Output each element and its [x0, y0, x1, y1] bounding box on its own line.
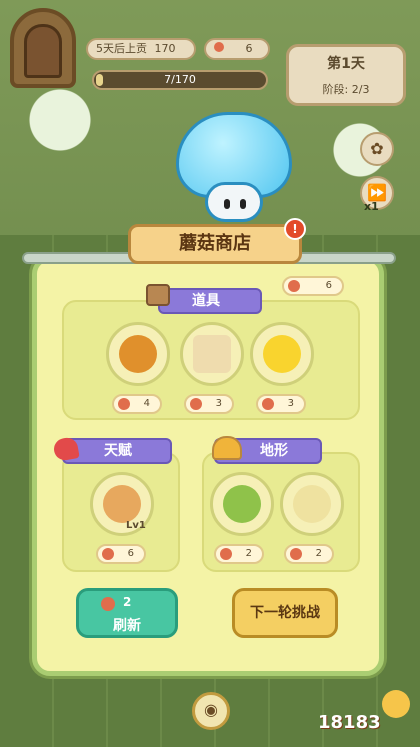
price-tag: 6: [96, 544, 146, 564]
shop-currency: 6: [282, 276, 344, 296]
price-tag: 3: [184, 394, 234, 414]
shop-item-sun[interactable]: [250, 322, 314, 386]
scroll-upgrade-icon: [193, 335, 231, 373]
price-value: 4: [143, 398, 150, 409]
refresh-cost: 2: [123, 595, 132, 609]
mushroom-coin-icon: [102, 548, 114, 560]
shop-item-sand[interactable]: [280, 472, 344, 536]
mushroom-family-icon: [103, 485, 141, 523]
next-round-label: 下一轮挑战: [250, 605, 320, 621]
talent-label-text: 天赋: [104, 443, 132, 459]
day-title: 第1天: [327, 56, 365, 72]
speed-label: x1: [364, 200, 379, 213]
shop-currency-value: 6: [325, 280, 332, 291]
mascot-face: [205, 182, 263, 222]
golden-mushroom-icon: [119, 335, 157, 373]
watermark-logo: 18183: [318, 712, 381, 733]
mushroom-coin-icon: [220, 548, 232, 560]
props-label-text: 道具: [192, 293, 220, 309]
alert-icon[interactable]: !: [284, 218, 306, 240]
stage-text: 阶段: 2/3: [322, 83, 370, 96]
price-tag: 2: [214, 544, 264, 564]
tax-progress-bar: 7/170: [92, 70, 268, 90]
price-value: 3: [215, 398, 222, 409]
settings-gear-icon[interactable]: ✿: [360, 132, 394, 166]
watermark-sun-icon: [382, 690, 410, 718]
shop-title-banner: 蘑菇商店: [128, 224, 302, 264]
price-value: 3: [287, 398, 294, 409]
tax-text: 5天后上贡: [96, 42, 147, 55]
day-card: 第1天 阶段: 2/3: [286, 44, 406, 106]
refresh-label: 刷新: [113, 618, 141, 634]
mushroom-coin-icon: [262, 398, 274, 410]
refresh-button[interactable]: 2 刷新: [76, 588, 178, 638]
shop-item-grass[interactable]: [210, 472, 274, 536]
chest-potion-icon: [146, 284, 170, 306]
mushroom-coin-icon: [118, 398, 130, 410]
price-tag: 2: [284, 544, 334, 564]
grass-tile-icon: [223, 485, 261, 523]
terrain-label-text: 地形: [260, 443, 288, 459]
mushroom-count: 6: [245, 42, 253, 55]
mushroom-coin-icon: [101, 597, 115, 611]
mushroom-counter: 6: [204, 38, 270, 60]
price-tag: 3: [256, 394, 306, 414]
price-value: 6: [127, 548, 134, 559]
sun-sunglasses-icon: [263, 335, 301, 373]
shop-title: 蘑菇商店: [179, 233, 251, 254]
home-door-icon[interactable]: [10, 8, 76, 88]
mushroom-coin-icon: [190, 398, 202, 410]
price-value: 2: [245, 548, 252, 559]
talent-level: Lv1: [126, 520, 146, 531]
terrain-hill-icon: [212, 436, 242, 460]
tax-amount: 170: [154, 42, 176, 55]
shop-item-golden-mushroom[interactable]: [106, 322, 170, 386]
progress-text: 7/170: [164, 73, 196, 86]
tax-countdown: 5天后上贡 170: [86, 38, 196, 60]
mushroom-coin-icon: [288, 280, 300, 292]
price-tag: 4: [112, 394, 162, 414]
price-value: 2: [315, 548, 322, 559]
props-label: 道具: [158, 288, 262, 314]
mushroom-coin-icon: [290, 548, 302, 560]
next-round-button[interactable]: 下一轮挑战: [232, 588, 338, 638]
star-sand-tile-icon: [293, 485, 331, 523]
mushroom-icon: [214, 42, 224, 52]
eye-toggle-icon[interactable]: ◉: [192, 692, 230, 730]
shop-item-scroll[interactable]: [180, 322, 244, 386]
